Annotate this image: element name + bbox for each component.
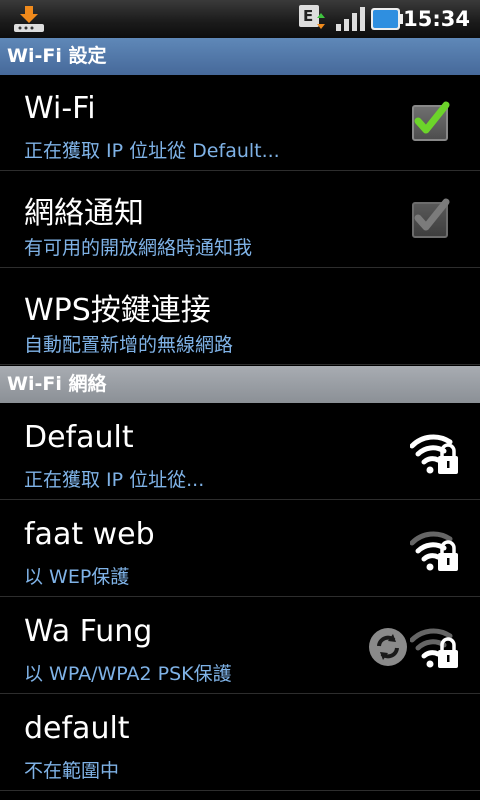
network-status: 以 WEP保護 <box>24 566 130 588</box>
svg-text:E: E <box>303 7 313 25</box>
wifi-locked-signal-icon <box>410 531 458 571</box>
wifi-toggle-title: Wi-Fi <box>24 91 96 126</box>
status-bar: E 15:34 <box>0 0 480 39</box>
network-item[interactable]: default 不在範圍中 <box>0 695 480 791</box>
network-item[interactable]: Wa Fung 以 WPA/WPA2 PSK保護 <box>0 598 480 694</box>
download-icon <box>14 6 44 32</box>
section-header-wifi-settings: Wi-Fi 設定 <box>0 38 480 75</box>
section-header-wifi-networks: Wi-Fi 網絡 <box>0 366 480 403</box>
wifi-toggle-subtitle: 正在獲取 IP 位址從 Default... <box>24 140 280 162</box>
wps-subtitle: 自動配置新增的無線網路 <box>24 334 234 356</box>
network-status: 不在範圍中 <box>24 760 120 782</box>
network-status: 正在獲取 IP 位址從... <box>24 469 205 491</box>
network-name: faat web <box>24 517 155 552</box>
network-notification-title: 網絡通知 <box>24 196 144 231</box>
clock: 15:34 <box>403 7 470 31</box>
signal-icon <box>336 7 365 31</box>
edge-network-icon: E <box>299 5 325 29</box>
network-notification-row[interactable]: 網絡通知 有可用的開放網絡時通知我 <box>0 172 480 268</box>
wps-title: WPS按鍵連接 <box>24 293 211 328</box>
wps-push-button-row[interactable]: WPS按鍵連接 自動配置新增的無線網路 <box>0 269 480 365</box>
network-name: Default <box>24 420 134 455</box>
wifi-toggle-row[interactable]: Wi-Fi 正在獲取 IP 位址從 Default... <box>0 75 480 171</box>
check-icon <box>414 198 450 231</box>
wps-sync-icon <box>369 628 407 666</box>
network-item[interactable]: Default 正在獲取 IP 位址從... <box>0 404 480 500</box>
wifi-locked-signal-icon <box>410 628 458 668</box>
wifi-locked-signal-icon <box>410 434 458 474</box>
network-notification-checkbox[interactable] <box>412 198 450 238</box>
wifi-checkbox[interactable] <box>412 101 450 141</box>
network-status: 以 WPA/WPA2 PSK保護 <box>24 663 232 685</box>
network-item[interactable]: faat web 以 WEP保護 <box>0 501 480 597</box>
network-notification-subtitle: 有可用的開放網絡時通知我 <box>24 237 253 259</box>
network-name: Wa Fung <box>24 614 153 649</box>
network-name: default <box>24 711 130 746</box>
check-icon <box>414 101 450 134</box>
battery-icon <box>371 8 403 30</box>
